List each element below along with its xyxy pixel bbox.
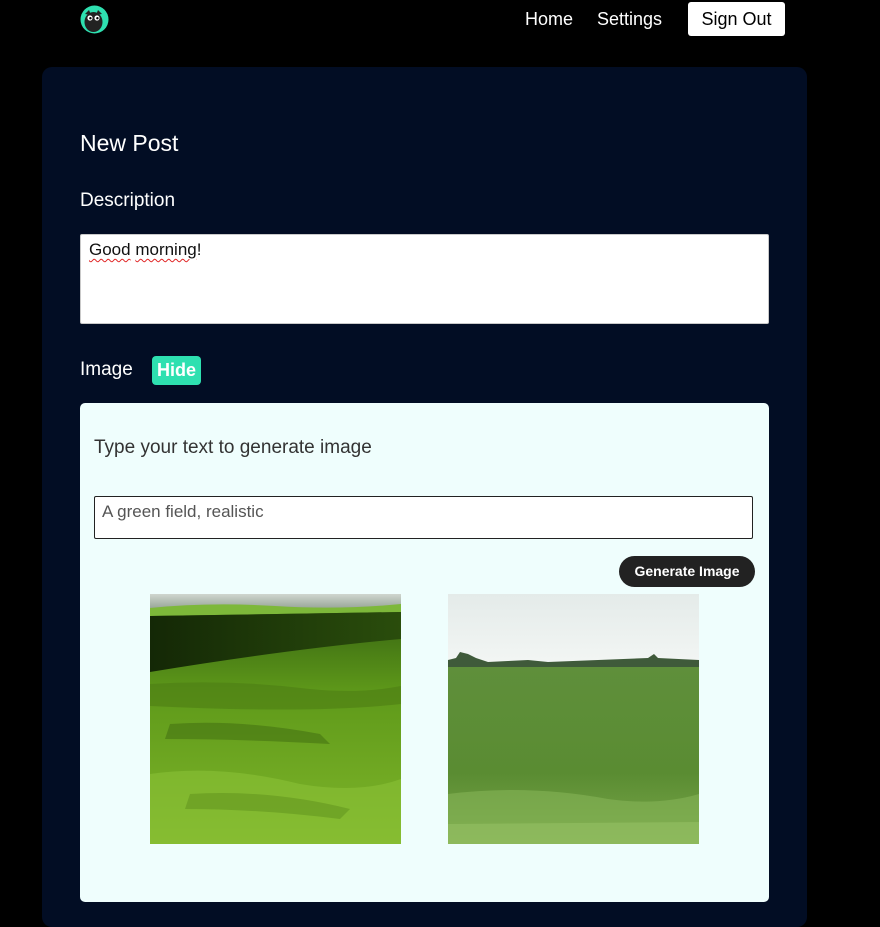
generator-heading: Type your text to generate image	[94, 437, 372, 458]
description-label: Description	[80, 190, 176, 211]
generated-image-2[interactable]	[448, 594, 699, 844]
hide-image-button[interactable]: Hide	[152, 356, 201, 385]
image-generator-panel: Type your text to generate image A green…	[80, 403, 769, 902]
generate-image-button[interactable]: Generate Image	[619, 556, 755, 587]
nav-home-link[interactable]: Home	[525, 9, 573, 29]
description-text: Good morning!	[89, 240, 201, 260]
page-title: New Post	[80, 130, 179, 156]
image-prompt-input[interactable]: A green field, realistic	[94, 496, 753, 539]
generated-image-1[interactable]	[150, 594, 401, 844]
description-tail: !	[196, 240, 202, 259]
image-label: Image	[80, 359, 133, 380]
sign-out-button[interactable]: Sign Out	[688, 2, 785, 36]
image-prompt-value: A green field, realistic	[102, 502, 264, 521]
nav-settings-link[interactable]: Settings	[597, 9, 662, 29]
description-word-2: morning	[135, 240, 197, 259]
top-navigation: Home Settings Sign Out	[0, 0, 880, 40]
description-textarea[interactable]: Good morning!	[80, 234, 769, 324]
owl-logo-icon[interactable]	[80, 5, 109, 34]
description-word-1: Good	[89, 240, 131, 259]
